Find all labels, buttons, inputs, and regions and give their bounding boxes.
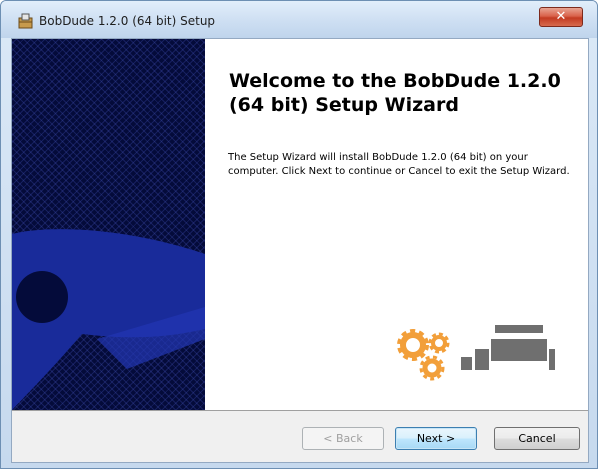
gears-icon [397,329,450,381]
title-bar[interactable]: BobDude 1.2.0 (64 bit) Setup ✕ [1,1,597,38]
hardware-icon [461,325,555,370]
wizard-client-area: Welcome to the BobDude 1.2.0 (64 bit) Se… [11,38,589,463]
back-button[interactable]: < Back [302,427,384,450]
welcome-panel: Welcome to the BobDude 1.2.0 (64 bit) Se… [205,39,588,410]
setup-window: BobDude 1.2.0 (64 bit) Setup ✕ Welcome t… [0,0,598,469]
next-button[interactable]: Next > [395,427,477,450]
window-title: BobDude 1.2.0 (64 bit) Setup [39,14,216,28]
welcome-description: The Setup Wizard will install BobDude 1.… [228,152,570,177]
close-button[interactable]: ✕ [539,7,583,27]
wizard-banner-image [12,39,205,410]
cancel-button[interactable]: Cancel [494,427,580,450]
close-icon: ✕ [555,9,567,24]
installer-icon [17,13,34,29]
button-bar: < Back Next > Cancel [12,411,588,462]
welcome-heading: Welcome to the BobDude 1.2.0 (64 bit) Se… [229,70,561,116]
